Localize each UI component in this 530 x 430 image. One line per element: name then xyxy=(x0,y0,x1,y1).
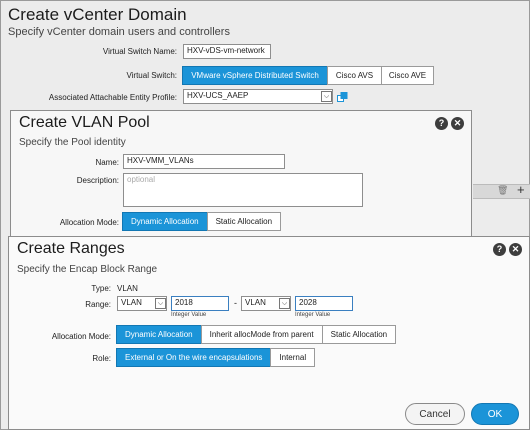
pool-description-label: Description: xyxy=(76,176,119,185)
close-icon[interactable]: ✕ xyxy=(451,117,464,130)
pool-alloc-static[interactable]: Static Allocation xyxy=(206,212,282,231)
ok-button[interactable]: OK xyxy=(471,403,519,425)
vswitch-name-input[interactable]: HXV-vDS-vm-network xyxy=(183,44,271,59)
aaep-label: Associated Attachable Entity Profile: xyxy=(48,93,177,102)
range-type-value: VLAN xyxy=(117,284,138,293)
range-role-external[interactable]: External or On the wire encapsulations xyxy=(116,348,272,367)
range-dash: - xyxy=(234,298,237,308)
help-icon[interactable]: ? xyxy=(493,243,506,256)
pool-alloc-mode-selector: Dynamic Allocation Static Allocation xyxy=(122,212,282,231)
create-vlan-pool-dialog: Create VLAN Pool Specify the Pool identi… xyxy=(10,110,472,238)
pool-alloc-dynamic[interactable]: Dynamic Allocation xyxy=(122,212,208,231)
chevron-down-icon[interactable]: ⌵ xyxy=(279,298,290,309)
range-alloc-mode-label: Allocation Mode: xyxy=(51,332,111,341)
pool-name-input[interactable]: HXV-VMM_VLANs xyxy=(123,154,285,169)
range-alloc-static[interactable]: Static Allocation xyxy=(321,325,397,344)
ranges-dialog-subtitle: Specify the Encap Block Range xyxy=(17,264,158,275)
range-role-label: Role: xyxy=(92,354,111,363)
pool-alloc-mode-label: Allocation Mode: xyxy=(59,218,119,227)
range-alloc-mode-selector: Dynamic Allocation Inherit allocMode fro… xyxy=(116,325,397,344)
vswitch-label: Virtual Switch: xyxy=(126,71,177,80)
range-role-selector: External or On the wire encapsulations I… xyxy=(116,348,316,367)
pool-description-input[interactable]: optional xyxy=(123,173,363,207)
close-icon[interactable]: ✕ xyxy=(509,243,522,256)
vswitch-name-label: Virtual Switch Name: xyxy=(102,47,177,56)
link-icon[interactable] xyxy=(337,90,348,102)
vswitch-option-vds[interactable]: VMware vSphere Distributed Switch xyxy=(182,66,328,85)
vswitch-selector: VMware vSphere Distributed Switch Cisco … xyxy=(182,66,434,85)
aaep-select-value: HXV-UCS_AAEP xyxy=(187,91,249,100)
range-label: Range: xyxy=(85,300,111,309)
ranges-dialog-title: Create Ranges xyxy=(17,240,125,257)
add-icon[interactable]: + xyxy=(517,182,525,197)
chevron-down-icon[interactable]: ⌵ xyxy=(155,298,166,309)
create-ranges-dialog: Create Ranges Specify the Encap Block Ra… xyxy=(8,236,530,430)
vlan-pool-dialog-subtitle: Specify the Pool identity xyxy=(19,137,126,148)
range-from-encap-value: VLAN xyxy=(121,298,142,307)
trash-icon[interactable]: 🗑 xyxy=(497,185,508,196)
range-from-input[interactable]: 2018 xyxy=(171,296,229,311)
range-alloc-dynamic[interactable]: Dynamic Allocation xyxy=(116,325,202,344)
range-role-internal[interactable]: Internal xyxy=(270,348,316,367)
help-icon[interactable]: ? xyxy=(435,117,448,130)
range-alloc-inherit[interactable]: Inherit allocMode from parent xyxy=(200,325,323,344)
vcenter-dialog-subtitle: Specify vCenter domain users and control… xyxy=(8,26,230,38)
pool-name-label: Name: xyxy=(95,158,119,167)
vswitch-option-ave[interactable]: Cisco AVE xyxy=(381,66,434,85)
cancel-button[interactable]: Cancel xyxy=(405,403,465,425)
aaep-select[interactable]: HXV-UCS_AAEP xyxy=(183,89,333,104)
vcenter-dialog-title: Create vCenter Domain xyxy=(8,5,187,24)
range-to-hint: Integer Value xyxy=(295,312,331,318)
range-type-label: Type: xyxy=(91,284,111,293)
range-from-hint: Integer Value xyxy=(171,312,207,318)
vswitch-option-avs[interactable]: Cisco AVS xyxy=(327,66,382,85)
vlan-pool-dialog-title: Create VLAN Pool xyxy=(19,114,150,131)
range-to-encap-value: VLAN xyxy=(245,298,266,307)
range-to-input[interactable]: 2028 xyxy=(295,296,353,311)
chevron-down-icon[interactable]: ⌵ xyxy=(321,91,332,102)
